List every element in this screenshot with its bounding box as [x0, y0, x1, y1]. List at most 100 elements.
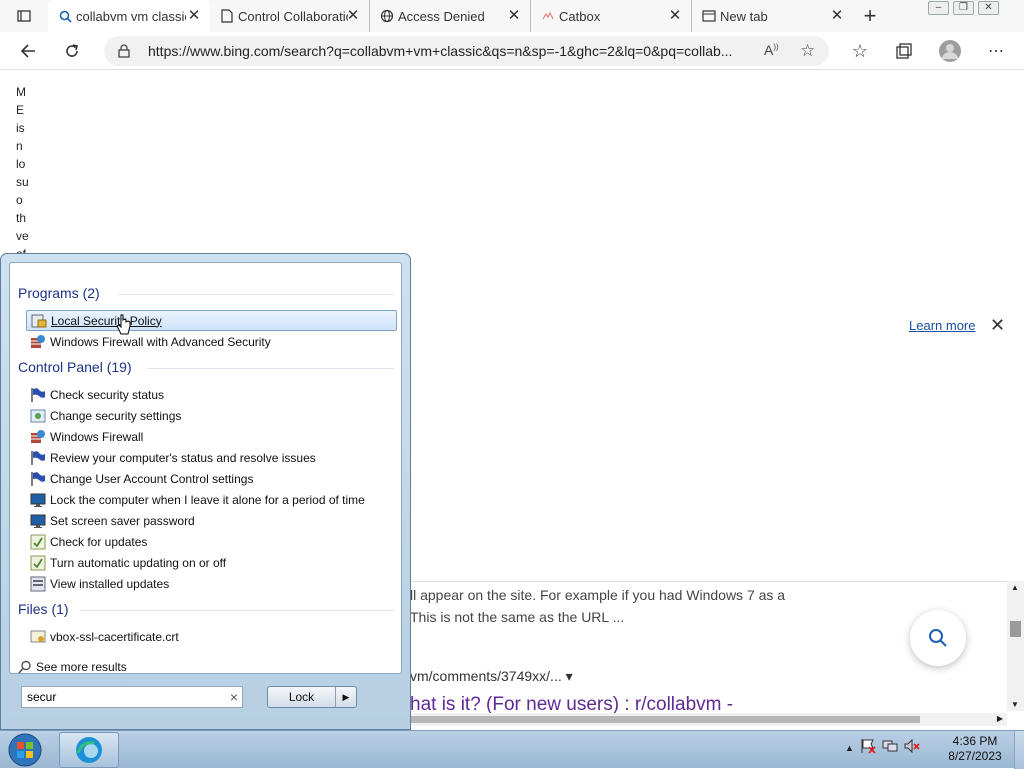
- learn-more-link[interactable]: Learn more: [909, 318, 975, 333]
- result-review-status[interactable]: Review your computer's status and resolv…: [26, 447, 397, 468]
- start-search-input[interactable]: secur ×: [21, 686, 243, 708]
- vertical-scrollbar[interactable]: ▲ ▼: [1007, 581, 1024, 711]
- close-icon[interactable]: ✕: [667, 8, 683, 24]
- see-more-label: See more results: [36, 660, 127, 674]
- url-text[interactable]: https://www.bing.com/search?q=collabvm+v…: [148, 43, 758, 59]
- avatar-icon: [939, 40, 961, 62]
- refresh-button[interactable]: [58, 38, 86, 64]
- result-local-security-policy[interactable]: Local Security Policy: [26, 310, 397, 331]
- see-more-results-link[interactable]: See more results: [18, 660, 127, 674]
- search-icon: [58, 9, 72, 23]
- minimize-button[interactable]: –: [928, 1, 949, 15]
- search-fab-button[interactable]: [910, 610, 966, 666]
- close-icon[interactable]: ✕: [506, 8, 522, 24]
- firewall-icon: [30, 429, 46, 445]
- clipped-text-column: M E is n lo su o th ve of: [16, 83, 40, 263]
- network-icon[interactable]: [882, 738, 898, 757]
- scroll-down-arrow-icon[interactable]: ▼: [1011, 700, 1019, 709]
- tab-new-tab[interactable]: New tab ✕: [692, 0, 853, 32]
- lock-button[interactable]: Lock ▶: [267, 686, 357, 708]
- tab-catbox[interactable]: Catbox ✕: [531, 0, 692, 32]
- add-favorite-icon[interactable]: ☆: [800, 41, 815, 61]
- lock-label[interactable]: Lock: [268, 687, 336, 707]
- snippet-line: This is not the same as the URL ...: [410, 609, 625, 625]
- tab-strip: collabvm vm classic ✕ Control Collaborat…: [0, 0, 1024, 32]
- installed-updates-icon: [30, 576, 46, 592]
- result-change-uac[interactable]: Change User Account Control settings: [26, 468, 397, 489]
- show-hidden-icons-icon[interactable]: ▲: [845, 743, 854, 753]
- text-fragment: ve: [16, 229, 29, 243]
- search-query-text[interactable]: secur: [27, 690, 56, 704]
- result-screen-saver-password[interactable]: Set screen saver password: [26, 510, 397, 531]
- scroll-up-arrow-icon[interactable]: ▲: [1011, 583, 1019, 592]
- tab-title: Catbox: [559, 8, 601, 24]
- tab-access-denied[interactable]: Access Denied ✕: [370, 0, 531, 32]
- monitor-icon: [30, 513, 46, 529]
- taskbar-clock[interactable]: 4:36 PM 8/27/2023: [945, 734, 1005, 764]
- start-menu: Programs (2) Local Security Policy Windo…: [0, 253, 411, 730]
- result-firewall-advanced[interactable]: Windows Firewall with Advanced Security: [26, 331, 397, 352]
- power-options-arrow-icon[interactable]: ▶: [336, 687, 356, 707]
- back-button[interactable]: [14, 38, 42, 64]
- tab-control-collaboration[interactable]: Control Collaboration ✕: [210, 0, 370, 32]
- result-certificate-file[interactable]: vbox-ssl-cacertificate.crt: [26, 626, 397, 647]
- close-window-button[interactable]: ✕: [978, 1, 999, 15]
- maximize-button[interactable]: ❐: [953, 1, 974, 15]
- lock-icon[interactable]: [118, 44, 130, 61]
- address-bar[interactable]: https://www.bing.com/search?q=collabvm+v…: [104, 36, 829, 66]
- text-fragment: n: [16, 139, 23, 153]
- show-desktop-button[interactable]: [1014, 731, 1024, 769]
- tab-title: Access Denied: [398, 8, 485, 24]
- divider: [80, 610, 394, 611]
- favorites-button[interactable]: ☆: [846, 38, 874, 64]
- result-view-installed-updates[interactable]: View installed updates: [26, 573, 397, 594]
- back-arrow-icon: [20, 44, 35, 58]
- horizontal-scrollbar[interactable]: ▶: [410, 713, 1007, 726]
- monitor-icon: [30, 492, 46, 508]
- tab-actions-icon: [17, 10, 31, 22]
- result-check-for-updates[interactable]: Check for updates: [26, 531, 397, 552]
- volume-muted-icon[interactable]: [904, 738, 920, 757]
- close-icon[interactable]: ✕: [990, 315, 1005, 336]
- action-center-flag-icon[interactable]: [860, 738, 876, 757]
- close-icon[interactable]: ✕: [186, 8, 202, 24]
- scroll-right-arrow-icon[interactable]: ▶: [997, 714, 1003, 723]
- tab-actions-button[interactable]: [10, 3, 38, 29]
- search-icon: [18, 660, 31, 674]
- collections-button[interactable]: [890, 38, 918, 64]
- clock-time: 4:36 PM: [952, 734, 998, 748]
- result-cite[interactable]: vm/comments/3749xx/... ▾: [410, 668, 573, 685]
- start-button[interactable]: [6, 733, 44, 767]
- new-tab-button[interactable]: +: [856, 3, 884, 29]
- globe-icon: [380, 9, 394, 23]
- result-lock-computer[interactable]: Lock the computer when I leave it alone …: [26, 489, 397, 510]
- scrollbar-thumb[interactable]: [1010, 621, 1021, 637]
- windows-logo-icon: [8, 733, 42, 767]
- snippet-line: ll appear on the site. For example if yo…: [410, 587, 786, 603]
- result-label: Windows Firewall: [50, 429, 144, 444]
- result-change-security-settings[interactable]: Change security settings: [26, 405, 397, 426]
- collections-icon: [896, 43, 912, 59]
- result-check-security-status[interactable]: Check security status: [26, 384, 397, 405]
- result-label: Turn automatic updating on or off: [50, 555, 227, 570]
- close-icon[interactable]: ✕: [829, 8, 845, 24]
- update-icon: [30, 555, 46, 571]
- divider: [147, 368, 394, 369]
- profile-button[interactable]: [936, 38, 964, 64]
- tab-collabvm[interactable]: collabvm vm classic ✕: [48, 0, 210, 32]
- settings-menu-button[interactable]: ⋯: [982, 38, 1010, 64]
- result-windows-firewall[interactable]: Windows Firewall: [26, 426, 397, 447]
- security-policy-icon: [31, 313, 47, 329]
- result-automatic-updating[interactable]: Turn automatic updating on or off: [26, 552, 397, 573]
- clear-search-icon[interactable]: ×: [230, 689, 238, 705]
- taskbar-edge-button[interactable]: [59, 732, 119, 768]
- flag-icon: [30, 471, 46, 487]
- read-aloud-icon[interactable]: A)): [764, 42, 779, 58]
- scrollbar-thumb[interactable]: [410, 716, 920, 723]
- result-label: Local Security Policy: [51, 313, 162, 328]
- result-label: Change security settings: [50, 408, 182, 423]
- result-label: Review your computer's status and resolv…: [50, 450, 316, 465]
- text-fragment: lo: [16, 157, 26, 171]
- close-icon[interactable]: ✕: [345, 8, 361, 24]
- browser-toolbar: https://www.bing.com/search?q=collabvm+v…: [0, 32, 1024, 70]
